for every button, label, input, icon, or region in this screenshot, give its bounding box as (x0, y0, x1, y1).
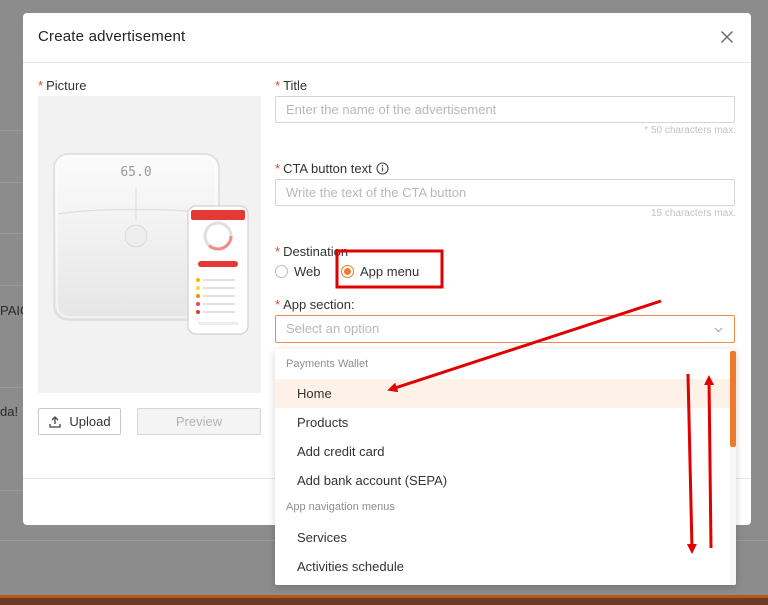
smart-scale-image: 65.0 (53, 153, 249, 335)
picture-label: * Picture (38, 78, 87, 93)
title-label: * Title (275, 78, 308, 93)
dropdown-option-home[interactable]: Home (275, 379, 730, 408)
destination-app-menu-radio[interactable]: App menu (341, 264, 419, 279)
preview-button[interactable]: Preview (137, 408, 261, 435)
chevron-down-icon (714, 327, 723, 333)
title-input[interactable]: Enter the name of the advertisement (275, 96, 735, 123)
cta-char-hint: 15 characters max. (650, 208, 736, 219)
dropdown-option-products[interactable]: Products (275, 408, 730, 437)
destination-label: * Destination (275, 244, 349, 259)
background-divider (0, 490, 23, 491)
dropdown-group-label: App navigation menus (286, 501, 395, 513)
required-mark: * (38, 78, 44, 93)
cta-input[interactable]: Write the text of the CTA button (275, 179, 735, 206)
radio-circle (275, 265, 288, 278)
app-section-label: * App section: (275, 297, 355, 312)
background-divider (0, 233, 23, 234)
background-text: da! (0, 404, 19, 419)
background-divider (0, 182, 23, 183)
background-divider (0, 285, 23, 286)
dropdown-option-add-credit-card[interactable]: Add credit card (275, 437, 730, 466)
dropdown-group-label: Payments Wallet (286, 358, 369, 370)
background-bottom-bar (0, 595, 768, 605)
select-placeholder: Select an option (286, 321, 380, 336)
app-section-dropdown[interactable]: Payments Wallet Home Products Add credit… (275, 349, 736, 585)
picture-preview: 65.0 (38, 96, 261, 393)
destination-web-radio[interactable]: Web (275, 264, 321, 279)
dropdown-option-add-bank-account[interactable]: Add bank account (SEPA) (275, 466, 730, 495)
scale-display: 65.0 (120, 165, 151, 180)
modal-title: Create advertisement (38, 28, 186, 45)
background-divider (0, 387, 23, 388)
cta-label: * CTA button text (275, 161, 389, 176)
dropdown-option-services[interactable]: Services (275, 523, 730, 552)
dropdown-scrollbar[interactable] (730, 349, 736, 585)
app-section-select[interactable]: Select an option (275, 315, 735, 343)
upload-icon (49, 415, 62, 428)
background-divider (0, 130, 23, 131)
modal-header: Create advertisement (23, 13, 751, 63)
dropdown-scrollbar-thumb[interactable] (730, 351, 736, 447)
close-icon (721, 31, 733, 43)
radio-circle-checked (341, 265, 354, 278)
close-button[interactable] (717, 27, 737, 47)
info-icon[interactable] (376, 162, 389, 175)
dropdown-option-activities-schedule[interactable]: Activities schedule (275, 552, 730, 581)
title-char-hint: * 50 characters max. (644, 125, 736, 136)
upload-button[interactable]: Upload (38, 408, 121, 435)
